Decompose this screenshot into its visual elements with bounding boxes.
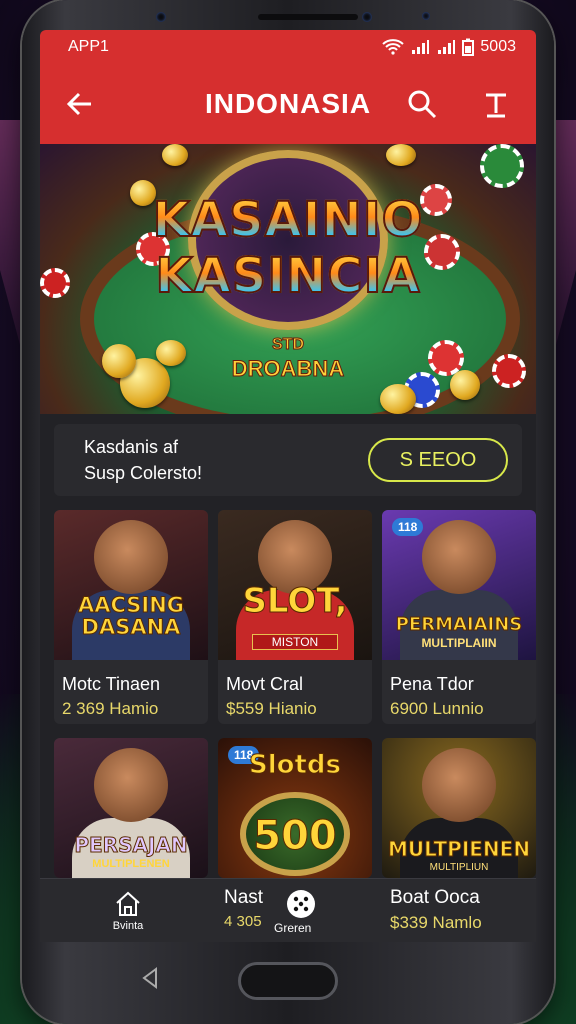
arrow-left-icon xyxy=(66,92,91,116)
game-meta: 6900 Lunnio xyxy=(390,699,484,718)
game-meta: $559 Hianio xyxy=(226,699,317,718)
game-subtitle: MISTON xyxy=(252,634,338,650)
filter-icon xyxy=(486,93,506,118)
game-title: MULTPIENEN xyxy=(387,837,531,861)
game-subtitle: 500 xyxy=(253,813,338,859)
game-subtitle: MULTIPLIUN xyxy=(429,862,489,873)
tab-games-name: Nast xyxy=(224,886,264,908)
game-thumbnail: SLOT, MISTON xyxy=(218,510,372,660)
game-title: Slotds xyxy=(248,750,341,780)
promo-bar: Kasdanis af Susp Colersto! S EEOO xyxy=(54,424,522,496)
camera xyxy=(156,12,166,22)
game-title: PERSAJAN xyxy=(74,833,188,857)
banner-logo-line1: KASAINIO xyxy=(40,191,536,249)
app-bar: INDONASIA xyxy=(40,64,536,144)
person-avatar xyxy=(422,520,496,594)
tab-profile-meta: $339 Namlo xyxy=(390,912,482,932)
game-name: Motc Tinaen xyxy=(62,674,161,694)
camera xyxy=(362,12,372,22)
filter-button[interactable] xyxy=(476,84,516,124)
person-avatar xyxy=(94,520,168,594)
promo-line2: Susp Colersto! xyxy=(84,463,203,483)
game-card[interactable]: MULTPIENEN MULTIPLIUN xyxy=(382,738,536,878)
promo-button[interactable]: S EEOO xyxy=(368,438,508,482)
status-bar: APP1 5003 xyxy=(40,30,536,64)
home-icon xyxy=(116,891,140,916)
person-avatar xyxy=(94,748,168,822)
game-meta: 2 369 Hamio xyxy=(62,699,159,718)
sensor xyxy=(422,12,430,20)
hero-banner[interactable]: KASAINIO KASINCIA STD DROABNA xyxy=(40,144,536,414)
back-button[interactable] xyxy=(60,84,100,124)
game-card[interactable]: AACSING DASANA Motc Tinaen 2 369 Hamio xyxy=(54,510,208,724)
game-name: Movt Cral xyxy=(226,674,304,694)
banner-sub-top: STD xyxy=(272,336,305,354)
search-icon xyxy=(408,90,437,119)
game-thumbnail: AACSING DASANA xyxy=(54,510,208,660)
game-name: Pena Tdor xyxy=(390,674,474,694)
tab-profile-name: Boat Ooca xyxy=(390,886,480,908)
coin-icon xyxy=(386,144,416,166)
tab-games[interactable]: Nast 4 305 Greren xyxy=(216,879,382,943)
game-thumbnail: 118 Slotds 500 xyxy=(218,738,372,878)
game-thumbnail: PERSAJAN MULTIPLENEN xyxy=(54,738,208,878)
tab-home-label: Bvinta xyxy=(112,919,144,932)
search-button[interactable] xyxy=(402,84,442,124)
chip-icon xyxy=(480,144,524,188)
home-hardware-button[interactable] xyxy=(238,962,338,1000)
signal-icon xyxy=(438,40,456,54)
game-title: PERMAIAINS xyxy=(395,614,523,636)
tab-games-label: Greren xyxy=(274,920,312,935)
game-grid: AACSING DASANA Motc Tinaen 2 369 Hamio S… xyxy=(54,510,536,878)
game-badge: 118 xyxy=(392,518,424,536)
tab-profile[interactable]: Boat Ooca $339 Namlo xyxy=(382,879,536,943)
game-card[interactable]: 118 PERMAIAINS MULTIPLAIIN Pena Tdor 690… xyxy=(382,510,536,724)
game-title: AACSING DASANA xyxy=(77,593,185,639)
nav-back-icon[interactable] xyxy=(140,966,160,990)
promo-line1: Kasdanis af xyxy=(84,437,179,457)
battery-icon xyxy=(462,38,475,56)
game-title: SLOT, xyxy=(242,581,348,621)
game-card[interactable]: SLOT, MISTON Movt Cral $559 Hianio xyxy=(218,510,372,724)
bottom-nav: Bvinta Nast 4 305 Greren Boat Ooca $339 … xyxy=(40,878,536,942)
status-app-label: APP1 xyxy=(68,38,109,55)
banner-sub: DROABNA xyxy=(231,356,345,382)
game-card[interactable]: 118 Slotds 500 xyxy=(218,738,372,878)
coin-icon xyxy=(162,144,188,166)
banner-logo-line2: KASINCIA xyxy=(40,247,536,305)
signal-icon xyxy=(412,40,430,54)
person-avatar xyxy=(422,748,496,822)
wifi-icon xyxy=(382,39,405,55)
game-thumbnail: MULTPIENEN MULTIPLIUN xyxy=(382,738,536,878)
game-subtitle: MULTIPLENEN xyxy=(92,858,170,870)
promo-text: Kasdanis af Susp Colersto! xyxy=(84,434,202,486)
tab-games-meta: 4 305 xyxy=(224,912,262,930)
coin-icon xyxy=(380,384,416,414)
game-thumbnail: 118 PERMAIAINS MULTIPLAIIN xyxy=(382,510,536,660)
page-title: INDONASIA xyxy=(204,88,372,119)
speaker xyxy=(258,14,358,20)
status-time: 5003 xyxy=(480,38,516,55)
game-card[interactable]: PERSAJAN MULTIPLENEN xyxy=(54,738,208,878)
dice-icon xyxy=(287,889,315,918)
game-subtitle: MULTIPLAIIN xyxy=(421,636,497,650)
tab-home[interactable]: Bvinta xyxy=(40,890,216,932)
